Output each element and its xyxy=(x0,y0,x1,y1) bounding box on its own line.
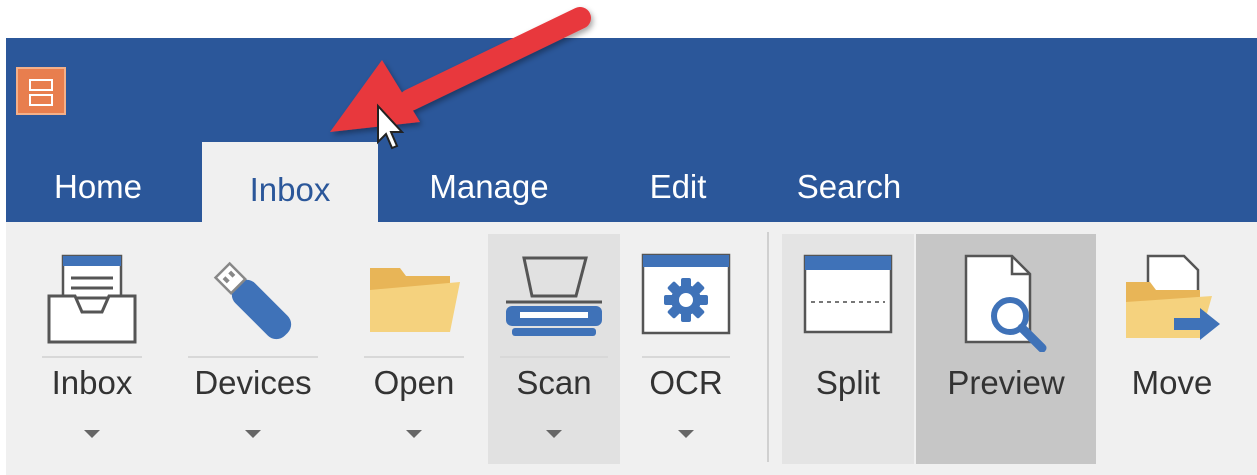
inbox-tray-icon xyxy=(47,254,137,344)
chevron-down-icon[interactable] xyxy=(678,430,694,438)
inbox-button-label: Inbox xyxy=(51,364,133,401)
chevron-down-icon[interactable] xyxy=(406,430,422,438)
move-button-label: Move xyxy=(1131,364,1213,401)
open-button-label: Open xyxy=(373,364,455,401)
ocr-button[interactable]: OCR xyxy=(630,234,742,464)
folder-move-icon xyxy=(1126,254,1220,340)
tab-home[interactable]: Home xyxy=(28,152,168,222)
open-button[interactable]: Open xyxy=(352,234,476,464)
devices-button-label: Devices xyxy=(194,364,312,401)
file-cabinet-icon[interactable] xyxy=(16,67,66,115)
split-button-label: Split xyxy=(815,364,881,401)
split-button[interactable]: Split xyxy=(782,234,914,464)
tab-edit[interactable]: Edit xyxy=(628,152,728,222)
scanner-icon xyxy=(506,256,602,336)
devices-button[interactable]: Devices xyxy=(176,234,330,464)
scan-button[interactable]: Scan xyxy=(488,234,620,464)
inbox-button[interactable]: Inbox xyxy=(30,234,154,464)
split-page-icon xyxy=(803,254,893,334)
ribbon-divider xyxy=(767,232,769,462)
chevron-down-icon[interactable] xyxy=(245,430,261,438)
folder-icon xyxy=(370,268,460,332)
document-magnifier-icon xyxy=(964,254,1047,352)
tab-manage[interactable]: Manage xyxy=(404,152,574,222)
move-button[interactable]: Move xyxy=(1106,234,1238,464)
preview-button-label: Preview xyxy=(947,364,1065,401)
chevron-down-icon[interactable] xyxy=(84,430,100,438)
tab-search[interactable]: Search xyxy=(782,152,916,222)
ocr-button-label: OCR xyxy=(649,364,723,401)
usb-drive-icon xyxy=(213,261,292,340)
chevron-down-icon[interactable] xyxy=(546,430,562,438)
scan-button-label: Scan xyxy=(516,364,592,401)
tab-inbox[interactable]: Inbox xyxy=(202,142,378,222)
gear-window-icon xyxy=(641,253,731,335)
preview-button[interactable]: Preview xyxy=(916,234,1096,464)
